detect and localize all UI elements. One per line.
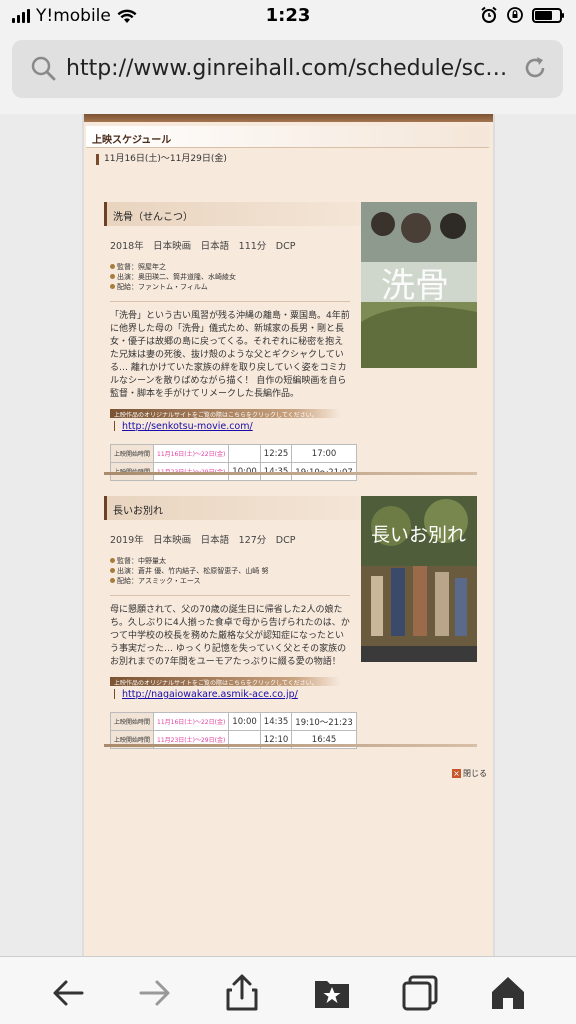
url-text[interactable]: http://www.ginreihall.com/schedule/sche.… [66, 56, 514, 81]
divider [110, 301, 350, 302]
film-entry: 洗骨（せんこつ） 2018年 日本映画 日本語 111分 DCP 監督：照屋年之… [104, 202, 477, 481]
showtime: 19:10〜21:23 [291, 712, 357, 731]
film-synopsis: 母に懇願されて、父の70歳の誕生日に帰省した2人の娘たち。久しぶりに4人揃った食… [110, 605, 350, 667]
table-row: 上映開始時間 11月16日(土)〜22日(金) 10:00 14:35 19:1… [109, 712, 357, 731]
svg-text:長いお別れ: 長いお別れ [371, 524, 466, 546]
browser-toolbar [0, 956, 576, 1024]
forward-icon[interactable] [135, 973, 175, 1013]
official-site-link[interactable]: http://nagaiowakare.asmik-ace.co.jp/ [114, 689, 477, 700]
bookmarks-icon[interactable] [312, 973, 352, 1013]
film-entry: 長いお別れ 2019年 日本映画 日本語 127分 DCP 監督：中野量太 出演… [104, 496, 477, 749]
official-site-note: 上映作品のオリジナルサイトをご覧の際はこちらをクリックしてください。 [110, 677, 340, 686]
divider [110, 595, 350, 596]
status-bar: Y!mobile 1:23 [0, 0, 576, 34]
showtime: 17:00 [291, 444, 357, 463]
film-divider [104, 472, 477, 475]
row-dates: 11月16日(土)〜22日(金) [153, 712, 230, 731]
date-range: 11月16日(土)〜11月29日(金) [96, 154, 227, 165]
showtime: 14:35 [259, 712, 293, 731]
search-icon [31, 56, 56, 81]
film-divider [104, 744, 477, 747]
showtime [228, 444, 261, 463]
schedule-page: 上映スケジュール 11月16日(土)〜11月29日(金) 洗骨（せんこつ） 20… [82, 114, 495, 956]
film-synopsis: 「洗骨」という古い風習が残る沖縄の離島・粟国島。4年前に他界した母の「洗骨」儀式… [110, 311, 350, 399]
web-content: 上映スケジュール 11月16日(土)〜11月29日(金) 洗骨（せんこつ） 20… [0, 114, 576, 956]
battery-icon [532, 7, 564, 23]
close-icon: × [452, 769, 461, 778]
rotation-lock-icon [507, 7, 523, 23]
table-row: 上映開始時間 11月16日(土)〜22日(金) 12:25 17:00 [109, 444, 357, 463]
back-icon[interactable] [48, 973, 88, 1013]
address-bar[interactable]: http://www.ginreihall.com/schedule/sche.… [12, 40, 563, 98]
share-icon[interactable] [222, 973, 262, 1013]
home-icon[interactable] [488, 973, 528, 1013]
tabs-icon[interactable] [400, 973, 440, 1013]
status-right [480, 6, 564, 24]
row-label: 上映開始時間 [109, 444, 155, 463]
alarm-icon [481, 6, 497, 23]
showtime: 10:00 [228, 712, 261, 731]
reload-icon[interactable] [521, 54, 549, 82]
official-site-link[interactable]: http://senkotsu-movie.com/ [114, 421, 477, 432]
official-site-note: 上映作品のオリジナルサイトをご覧の際はこちらをクリックしてください。 [110, 409, 340, 418]
section-title: 上映スケジュール [86, 126, 489, 148]
film-poster[interactable]: 長いお別れ [361, 496, 477, 662]
close-label: 閉じる [463, 769, 487, 778]
showtime: 12:25 [259, 444, 293, 463]
film-poster[interactable]: 洗骨 [361, 202, 477, 368]
page-header-bar [84, 114, 493, 122]
row-dates: 11月16日(土)〜22日(金) [153, 444, 230, 463]
row-label: 上映開始時間 [109, 712, 155, 731]
showtimes-table: 上映開始時間 11月16日(土)〜22日(金) 12:25 17:00 上映開始… [109, 444, 357, 481]
close-button[interactable]: × 閉じる [452, 768, 487, 779]
svg-text:洗骨: 洗骨 [381, 266, 449, 306]
